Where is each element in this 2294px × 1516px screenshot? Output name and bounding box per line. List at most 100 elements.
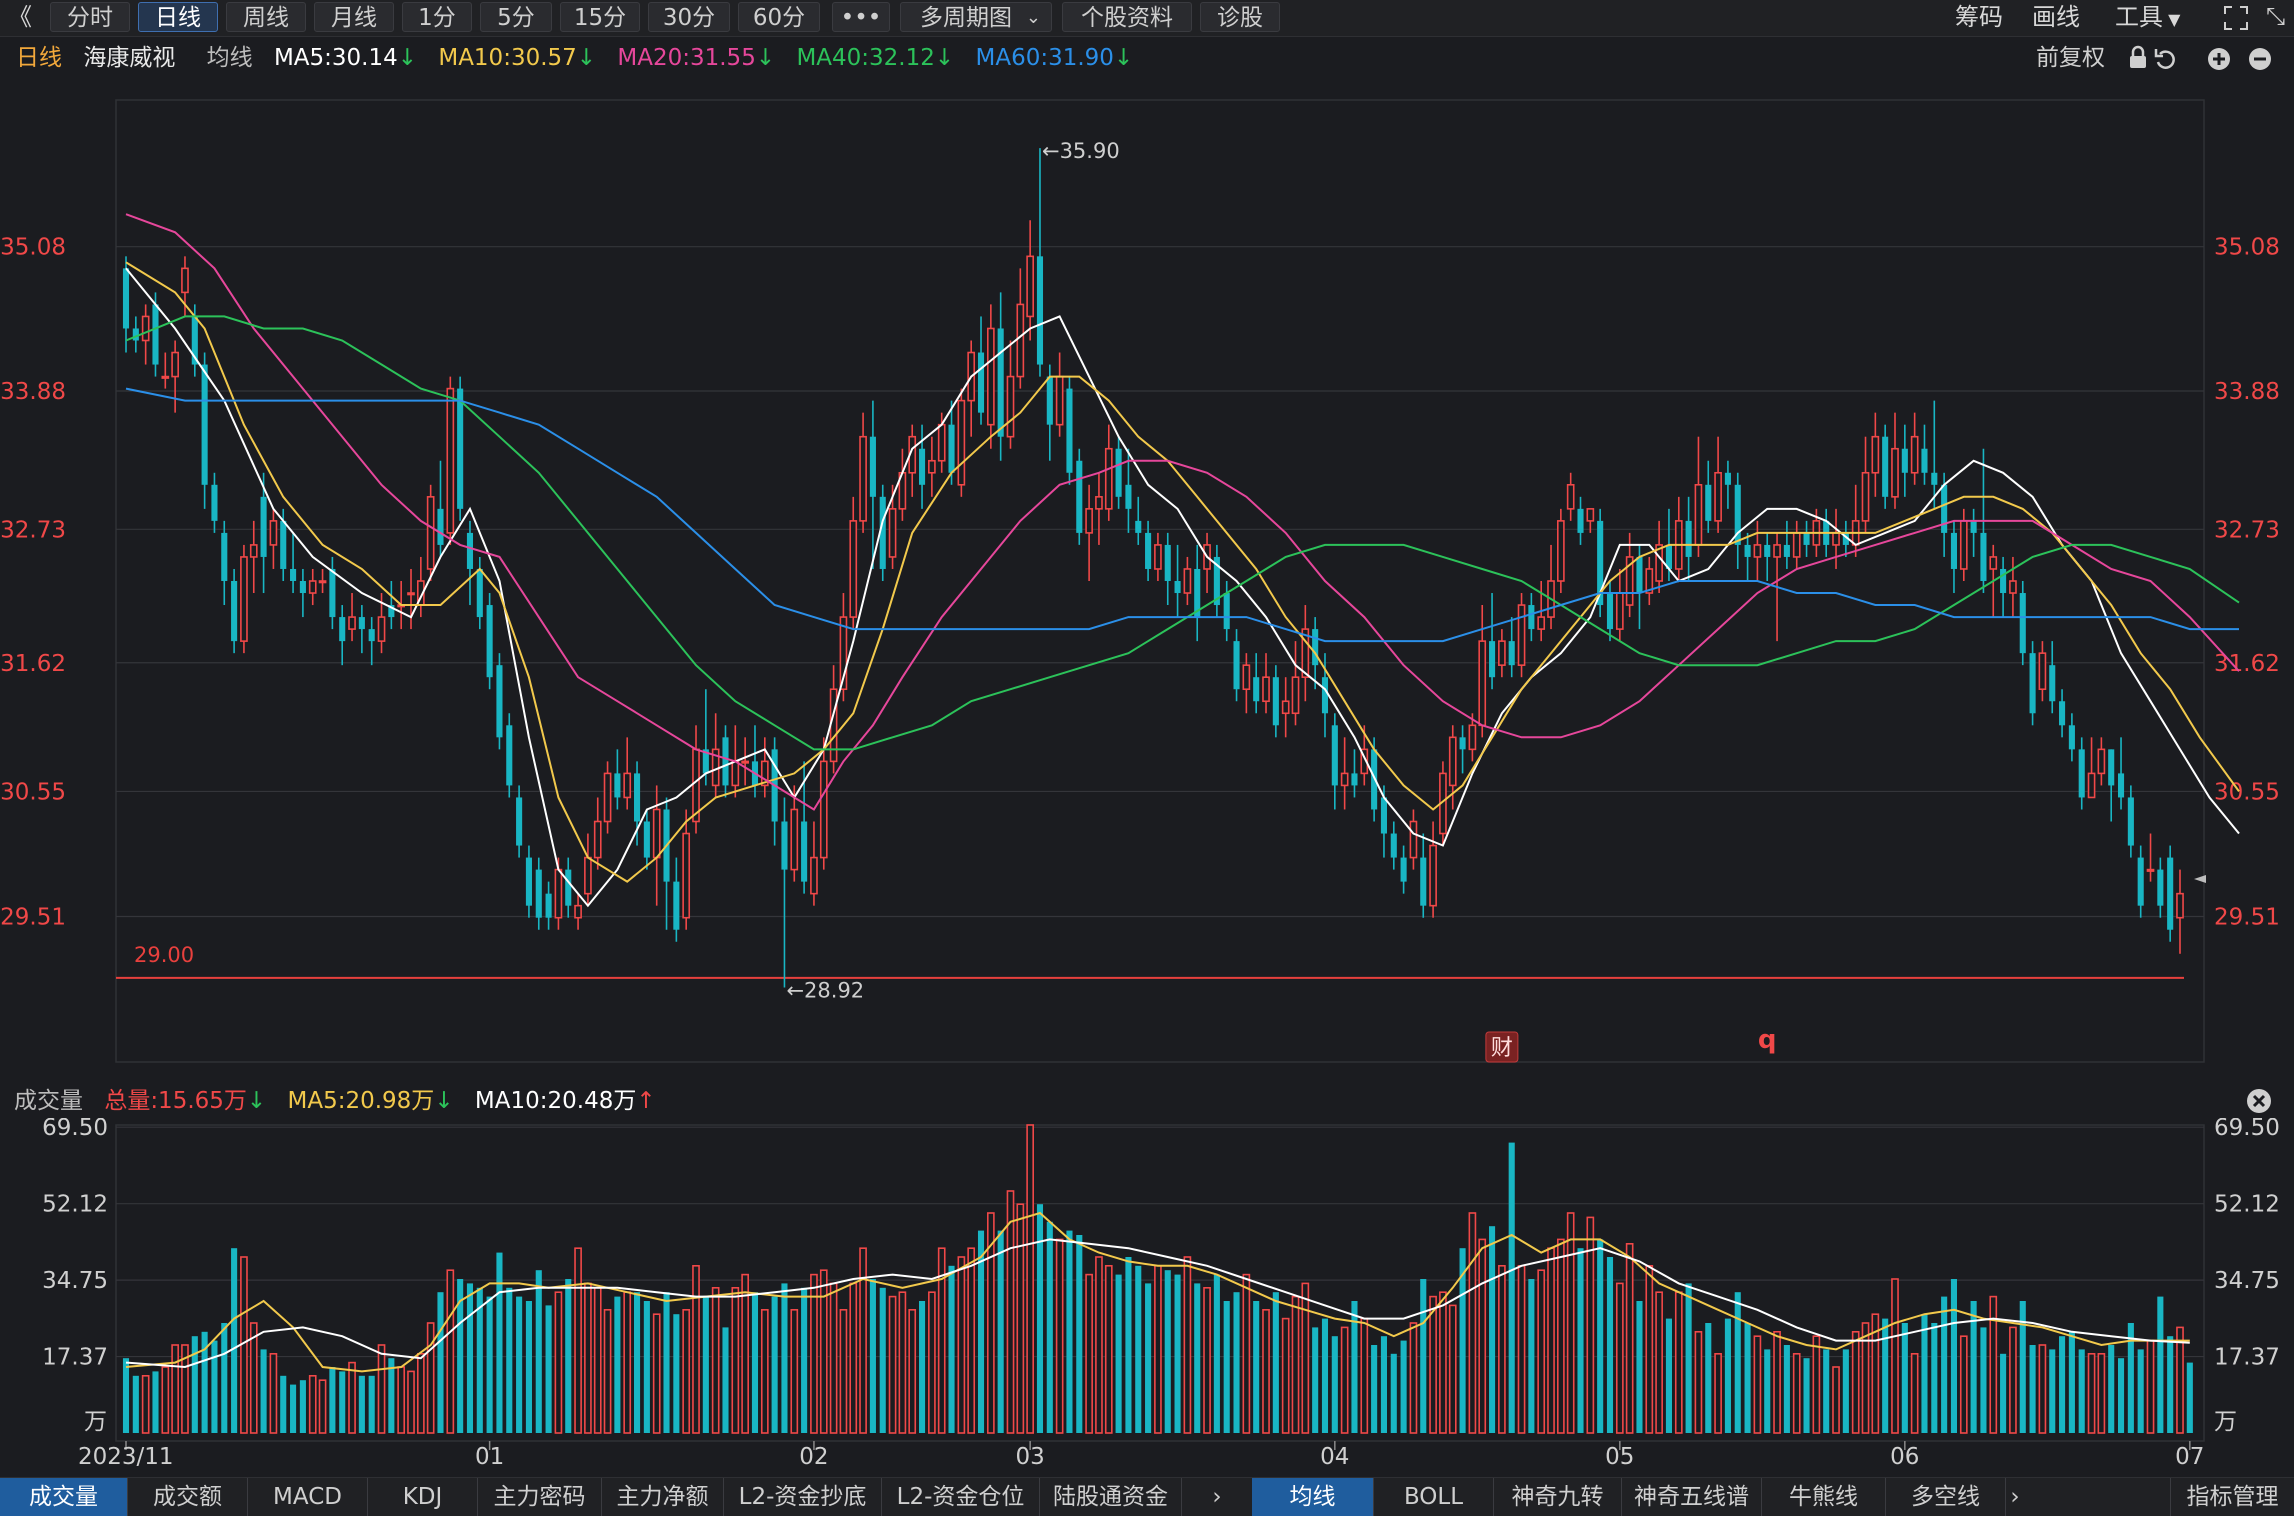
bottom-tab-right-1[interactable]: BOLL <box>1374 1478 1494 1516</box>
candle-body <box>2117 773 2125 798</box>
ma-label[interactable]: 均线 <box>207 45 253 71</box>
volume-bar <box>1901 1323 1908 1433</box>
indicator-manage-button[interactable]: 指标管理 <box>2170 1478 2294 1516</box>
bottom-tab-left-7[interactable]: L2-资金仓位 <box>882 1478 1040 1516</box>
current-price-pointer <box>2194 875 2206 883</box>
bottom-tab-left-2[interactable]: MACD <box>248 1478 368 1516</box>
candle-body <box>1076 460 1083 533</box>
volume-bar <box>1085 1273 1093 1434</box>
volume-bar <box>1783 1345 1790 1433</box>
volume-bar <box>1950 1279 1958 1433</box>
candle-body <box>1792 532 1801 558</box>
zoom-in-icon[interactable] <box>2208 48 2230 70</box>
bottom-tab-right-5[interactable]: 多空线 <box>1886 1478 2006 1516</box>
candle-body <box>1380 797 1387 834</box>
price-chart[interactable]: 35.08 33.88 32.73 31.62 30.55 29.51 35.08 33.8… <box>0 78 2294 1078</box>
chips-button[interactable]: 筹码 <box>1955 2 2003 32</box>
volume-bar <box>1625 1243 1634 1434</box>
volume-bar <box>1753 1335 1762 1434</box>
volume-bar <box>1448 1304 1457 1434</box>
diagnose-button[interactable]: 诊股 <box>1200 2 1280 32</box>
candle-body <box>790 808 799 871</box>
candle-body <box>132 328 139 341</box>
candle-body <box>673 881 680 930</box>
candle-body <box>486 605 493 678</box>
volume-bar <box>1547 1247 1555 1434</box>
candle-body <box>446 387 455 534</box>
candle-body <box>240 556 248 642</box>
period-button-5[interactable]: 5分 <box>480 2 552 32</box>
volume-bar <box>486 1296 493 1433</box>
volume-bar <box>446 1269 455 1434</box>
volume-bar <box>839 1309 848 1434</box>
period-button-7[interactable]: 30分 <box>648 2 730 32</box>
volume-bar <box>221 1323 228 1433</box>
chevron-right-icon[interactable]: › <box>2000 1478 2030 1516</box>
period-button-1[interactable]: 日线 <box>138 2 218 32</box>
volume-bar <box>1557 1238 1565 1434</box>
period-button-8[interactable]: 60分 <box>738 2 820 32</box>
volume-bar <box>829 1282 838 1434</box>
stock-name[interactable]: 海康威视 <box>83 45 175 71</box>
candle-body <box>919 448 926 485</box>
arrow-down-icon: ↓ <box>397 45 418 71</box>
bottom-tab-left-0[interactable]: 成交量 <box>0 1478 128 1516</box>
volume-label[interactable]: 成交量 <box>14 1088 83 1114</box>
volume-chart[interactable]: 69.50 52.12 34.75 17.37 万 69.50 52.12 34.75 17.… <box>0 1118 2294 1478</box>
volume-bar <box>849 1282 858 1434</box>
expand-icon[interactable] <box>2222 4 2250 32</box>
candle-body <box>1448 736 1457 787</box>
bottom-tab-left-5[interactable]: 主力净额 <box>602 1478 724 1516</box>
period-button-4[interactable]: 1分 <box>402 2 472 32</box>
bottom-tab-left-4[interactable]: 主力密码 <box>478 1478 602 1516</box>
period-button-2[interactable]: 周线 <box>226 2 306 32</box>
bottom-tab-left-6[interactable]: L2-资金抄底 <box>724 1478 882 1516</box>
close-panel-icon[interactable] <box>2246 1088 2272 1114</box>
adjust-label[interactable]: 前复权 <box>2036 40 2105 76</box>
candle-body <box>1115 448 1122 497</box>
bottom-tab-right-0[interactable]: 均线 <box>1252 1478 1374 1516</box>
bottom-tab-right-2[interactable]: 神奇九转 <box>1494 1478 1622 1516</box>
candle-body <box>1085 508 1093 534</box>
volume-bar <box>1882 1318 1889 1433</box>
zoom-out-icon[interactable] <box>2249 48 2271 70</box>
back-icon[interactable]: 《 <box>8 2 32 32</box>
candle-body <box>2068 725 2075 750</box>
volume-bar <box>1429 1295 1437 1434</box>
chevron-right-icon[interactable]: › <box>1202 1478 1232 1516</box>
candle-body <box>2059 701 2066 726</box>
candle-body <box>1557 520 1565 582</box>
undo-icon[interactable] <box>2154 49 2175 69</box>
close-icon[interactable]: ⤡ <box>2266 2 2285 30</box>
volume-bar <box>623 1291 632 1434</box>
candle-body <box>741 760 749 764</box>
candle-body <box>584 856 592 895</box>
candle-body <box>1517 604 1526 666</box>
y-tick-label: 52.12 <box>42 1192 108 1218</box>
bottom-tab-right-3[interactable]: 神奇五线谱 <box>1622 1478 1762 1516</box>
period-button-0[interactable]: 分时 <box>50 2 130 32</box>
candle-body <box>1508 641 1515 666</box>
x-tick-label: 04 <box>1320 1444 1349 1470</box>
period-button-3[interactable]: 月线 <box>314 2 394 32</box>
bottom-tab-left-1[interactable]: 成交额 <box>128 1478 248 1516</box>
draw-button[interactable]: 画线 <box>2032 2 2080 32</box>
period-label: 日线 <box>16 45 62 71</box>
bottom-tab-left-8[interactable]: 陆股通资金 <box>1040 1478 1182 1516</box>
candle-body <box>1498 640 1506 666</box>
bottom-tab-left-3[interactable]: KDJ <box>368 1478 478 1516</box>
volume-bar <box>388 1358 395 1433</box>
tools-button[interactable]: 工具 ▼ <box>2115 2 2180 32</box>
period-button-6[interactable]: 15分 <box>560 2 640 32</box>
bottom-tab-right-4[interactable]: 牛熊线 <box>1762 1478 1886 1516</box>
candle-body <box>181 267 189 294</box>
candle-body <box>2108 749 2115 786</box>
more-periods-button[interactable]: ••• <box>832 2 890 32</box>
stock-info-button[interactable]: 个股资料 <box>1062 2 1192 32</box>
multi-period-button[interactable]: 多周期图 ⌄ <box>900 2 1052 32</box>
ma5-value: MA5:30.14↓ <box>274 45 417 71</box>
candle-body <box>1026 255 1034 318</box>
volume-bar <box>948 1265 955 1433</box>
lock-icon[interactable] <box>2130 45 2146 68</box>
y-tick-label: 29.51 <box>2214 904 2280 930</box>
